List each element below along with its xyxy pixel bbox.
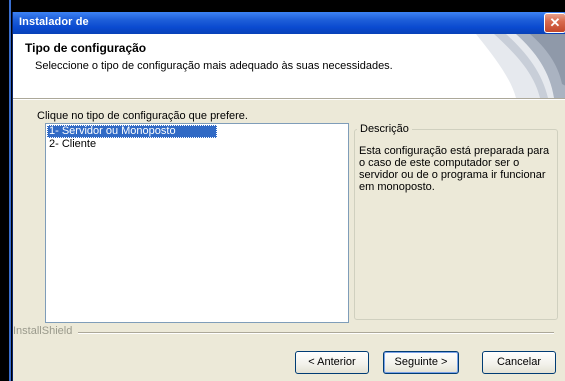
window-title: Instalador de: [19, 16, 89, 28]
description-group: Descrição Esta configuração está prepara…: [354, 123, 558, 320]
instruction-label: Clique no tipo de configuração que prefe…: [37, 110, 248, 122]
cancel-button[interactable]: Cancelar: [482, 351, 556, 374]
back-button[interactable]: < Anterior: [295, 351, 369, 374]
description-text: Esta configuração está preparada para o …: [359, 145, 550, 193]
footer-separator-highlight: [78, 333, 554, 334]
installer-dialog: Instalador de ✕ Tipo de configuração Sel…: [12, 12, 565, 381]
installshield-header-graphic: [476, 34, 565, 98]
installshield-label: InstallShield: [13, 325, 78, 337]
close-icon[interactable]: ✕: [544, 13, 565, 33]
header-title: Tipo de configuração: [25, 41, 147, 55]
header-subtitle: Seleccione o tipo de configuração mais a…: [35, 60, 393, 72]
background-window-edge: [0, 0, 12, 381]
list-item-servidor[interactable]: 1- Servidor ou Monoposto: [47, 125, 217, 138]
description-legend: Descrição: [357, 123, 412, 135]
setup-type-list[interactable]: 1- Servidor ou Monoposto 2- Cliente: [45, 123, 349, 323]
header-separator-highlight: [13, 99, 565, 100]
next-button[interactable]: Seguinte >: [383, 351, 459, 374]
title-bar[interactable]: Instalador de ✕: [13, 12, 565, 34]
dialog-header: Tipo de configuração Seleccione o tipo d…: [13, 34, 565, 98]
list-item-cliente[interactable]: 2- Cliente: [47, 138, 96, 151]
